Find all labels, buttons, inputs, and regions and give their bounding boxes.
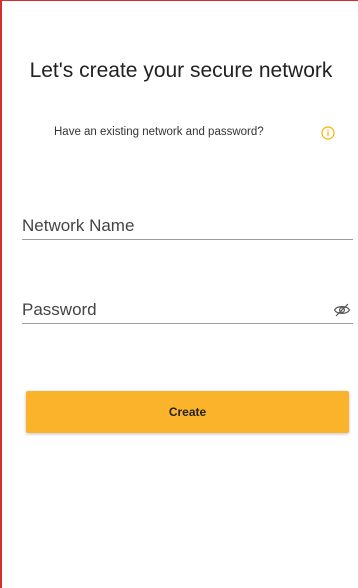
existing-network-text: Have an existing network and password? [54,126,264,138]
create-button[interactable]: Create [26,391,349,433]
create-network-screen: Let's create your secure network Have an… [0,0,358,588]
existing-network-row: Have an existing network and password? [2,126,358,144]
password-field [22,299,353,324]
network-name-field [22,215,353,240]
network-name-input[interactable] [22,215,322,237]
password-input[interactable] [22,299,322,321]
info-icon[interactable] [321,126,335,140]
page-title: Let's create your secure network [29,59,333,82]
eye-slash-icon[interactable] [333,302,351,318]
